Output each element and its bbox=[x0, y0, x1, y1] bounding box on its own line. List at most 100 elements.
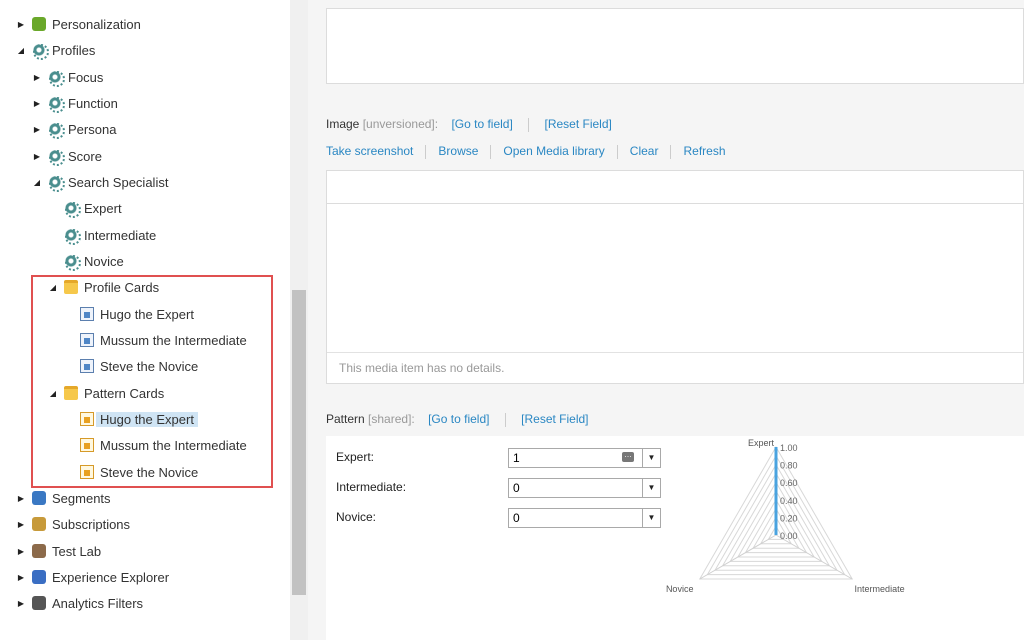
image-preview-box: This media item has no details. bbox=[326, 204, 1024, 384]
tree-node-label: Persona bbox=[68, 121, 117, 137]
radar-axis-label: Novice bbox=[666, 584, 694, 594]
tree-node-label: Novice bbox=[84, 253, 124, 269]
chevron-down-icon[interactable]: ▼ bbox=[642, 449, 660, 467]
radar-axis-label: Expert bbox=[748, 438, 775, 448]
novice-row-label: Novice: bbox=[336, 510, 377, 524]
tree-node[interactable]: Intermediate bbox=[48, 224, 156, 246]
radar-tick-label: 0.40 bbox=[780, 496, 798, 506]
refresh-link[interactable]: Refresh bbox=[683, 144, 725, 158]
tree-node[interactable]: ◢ Search Specialist bbox=[32, 171, 168, 193]
take-screenshot-link[interactable]: Take screenshot bbox=[326, 144, 413, 158]
image-field-label: Image bbox=[326, 117, 360, 131]
tree-node-label: Focus bbox=[68, 69, 104, 85]
ellipsis-icon[interactable]: … bbox=[622, 451, 634, 462]
novice-select[interactable]: 0 ▼ bbox=[508, 508, 661, 528]
expand-arrow-icon[interactable]: ▶ bbox=[32, 152, 42, 161]
browse-link[interactable]: Browse bbox=[438, 144, 478, 158]
tree-node[interactable]: ▶ Test Lab bbox=[16, 540, 101, 562]
collapse-arrow-icon[interactable]: ◢ bbox=[32, 178, 42, 187]
tree-node[interactable]: ▶ Analytics Filters bbox=[16, 592, 143, 614]
collapse-arrow-icon[interactable]: ◢ bbox=[16, 46, 26, 55]
content-editor: Image [unversioned]: [Go to field] [Rese… bbox=[308, 0, 1024, 640]
tree-node[interactable]: Expert bbox=[48, 197, 122, 219]
gear-icon bbox=[32, 43, 49, 60]
expand-arrow-icon[interactable]: ▶ bbox=[16, 599, 26, 608]
gear-icon bbox=[48, 175, 65, 192]
tree-node[interactable]: Novice bbox=[48, 250, 124, 272]
filter-icon bbox=[32, 596, 46, 610]
gear-icon bbox=[64, 228, 81, 245]
gear-icon bbox=[64, 254, 81, 271]
tree-node-label: Test Lab bbox=[52, 543, 102, 559]
highlight-box bbox=[31, 275, 273, 488]
radar-axis-label: Intermediate bbox=[855, 584, 905, 594]
tree-node-label: Intermediate bbox=[84, 227, 157, 243]
radar-tick-label: 0.00 bbox=[780, 531, 798, 541]
intermediate-row-label: Intermediate: bbox=[336, 480, 407, 494]
expand-arrow-icon[interactable]: ▶ bbox=[32, 73, 42, 82]
radar-tick-label: 0.20 bbox=[780, 513, 798, 523]
segments-icon bbox=[32, 491, 46, 505]
tree-node[interactable]: ▶ Persona bbox=[32, 118, 116, 140]
clear-link[interactable]: Clear bbox=[630, 144, 659, 158]
pattern-radar-chart: 1.00 0.80 0.60 0.40 0.20 0.00 Expert Intermedia… bbox=[666, 438, 905, 594]
pattern-go-to-field-link[interactable]: [Go to field] bbox=[428, 412, 489, 426]
expand-arrow-icon[interactable]: ▶ bbox=[16, 494, 26, 503]
expert-value: 1 bbox=[513, 451, 520, 465]
tree-node-label: Segments bbox=[52, 490, 111, 506]
gear-icon bbox=[48, 70, 65, 87]
tree-node[interactable]: ▶ Segments bbox=[16, 487, 111, 509]
tree-node[interactable]: ▶ Function bbox=[32, 92, 118, 114]
media-details-text: This media item has no details. bbox=[339, 361, 505, 375]
expert-select[interactable]: 1 … ▼ bbox=[508, 448, 661, 468]
radar-tick-label: 1.00 bbox=[780, 443, 798, 453]
test-lab-icon bbox=[32, 544, 46, 558]
gear-icon bbox=[48, 149, 65, 166]
image-field-header: Image [unversioned]: [Go to field] [Rese… bbox=[326, 117, 612, 132]
tree-node-label: Analytics Filters bbox=[52, 595, 144, 611]
image-actions: Take screenshot Browse Open Media library C… bbox=[326, 144, 726, 159]
tree-node[interactable]: ◢ Profiles bbox=[16, 39, 95, 61]
chevron-down-icon[interactable]: ▼ bbox=[642, 479, 660, 497]
tree-node-label: Experience Explorer bbox=[52, 569, 170, 585]
tree-node-label: Subscriptions bbox=[52, 516, 131, 532]
pattern-reset-field-link[interactable]: [Reset Field] bbox=[521, 412, 588, 426]
open-media-library-link[interactable]: Open Media library bbox=[503, 144, 604, 158]
tree-node-label: Search Specialist bbox=[68, 174, 169, 190]
image-reset-field-link[interactable]: [Reset Field] bbox=[545, 117, 612, 131]
tree-node[interactable]: ▶ Personalization bbox=[16, 13, 141, 35]
gear-icon bbox=[64, 201, 81, 218]
subscriptions-icon bbox=[32, 517, 46, 531]
tree-node-label: Profiles bbox=[52, 42, 96, 58]
radar-tick-label: 0.80 bbox=[780, 461, 798, 471]
tree-node-label: Function bbox=[68, 95, 118, 111]
expand-arrow-icon[interactable]: ▶ bbox=[16, 20, 26, 29]
expand-arrow-icon[interactable]: ▶ bbox=[32, 99, 42, 108]
intermediate-select[interactable]: 0 ▼ bbox=[508, 478, 661, 498]
expand-arrow-icon[interactable]: ▶ bbox=[16, 547, 26, 556]
novice-value: 0 bbox=[513, 511, 520, 525]
tree-node[interactable]: ▶ Experience Explorer bbox=[16, 566, 169, 588]
tree-node[interactable]: ▶ Subscriptions bbox=[16, 513, 130, 535]
radar-tick-label: 0.60 bbox=[780, 478, 798, 488]
upper-field-box bbox=[326, 8, 1024, 84]
pattern-field-label: Pattern bbox=[326, 412, 365, 426]
experience-explorer-icon bbox=[32, 570, 46, 584]
pattern-field-header: Pattern [shared]: [Go to field] [Reset F… bbox=[326, 412, 589, 427]
expand-arrow-icon[interactable]: ▶ bbox=[32, 125, 42, 134]
tree-node[interactable]: ▶ Score bbox=[32, 145, 102, 167]
image-path-box[interactable] bbox=[326, 170, 1024, 204]
expand-arrow-icon[interactable]: ▶ bbox=[16, 520, 26, 529]
image-go-to-field-link[interactable]: [Go to field] bbox=[451, 117, 512, 131]
personalization-icon bbox=[32, 17, 46, 31]
pattern-panel: Expert: 1 … ▼ Intermediate: 0 ▼ Novice: … bbox=[326, 436, 1024, 640]
scrollbar-thumb[interactable] bbox=[292, 290, 306, 595]
intermediate-value: 0 bbox=[513, 481, 520, 495]
image-field-qualifier: [unversioned]: bbox=[362, 117, 439, 131]
chevron-down-icon[interactable]: ▼ bbox=[642, 509, 660, 527]
tree-node-label: Expert bbox=[84, 200, 122, 216]
gear-icon bbox=[48, 96, 65, 113]
pattern-field-qualifier: [shared]: bbox=[368, 412, 415, 426]
tree-node[interactable]: ▶ Focus bbox=[32, 66, 103, 88]
expand-arrow-icon[interactable]: ▶ bbox=[16, 573, 26, 582]
